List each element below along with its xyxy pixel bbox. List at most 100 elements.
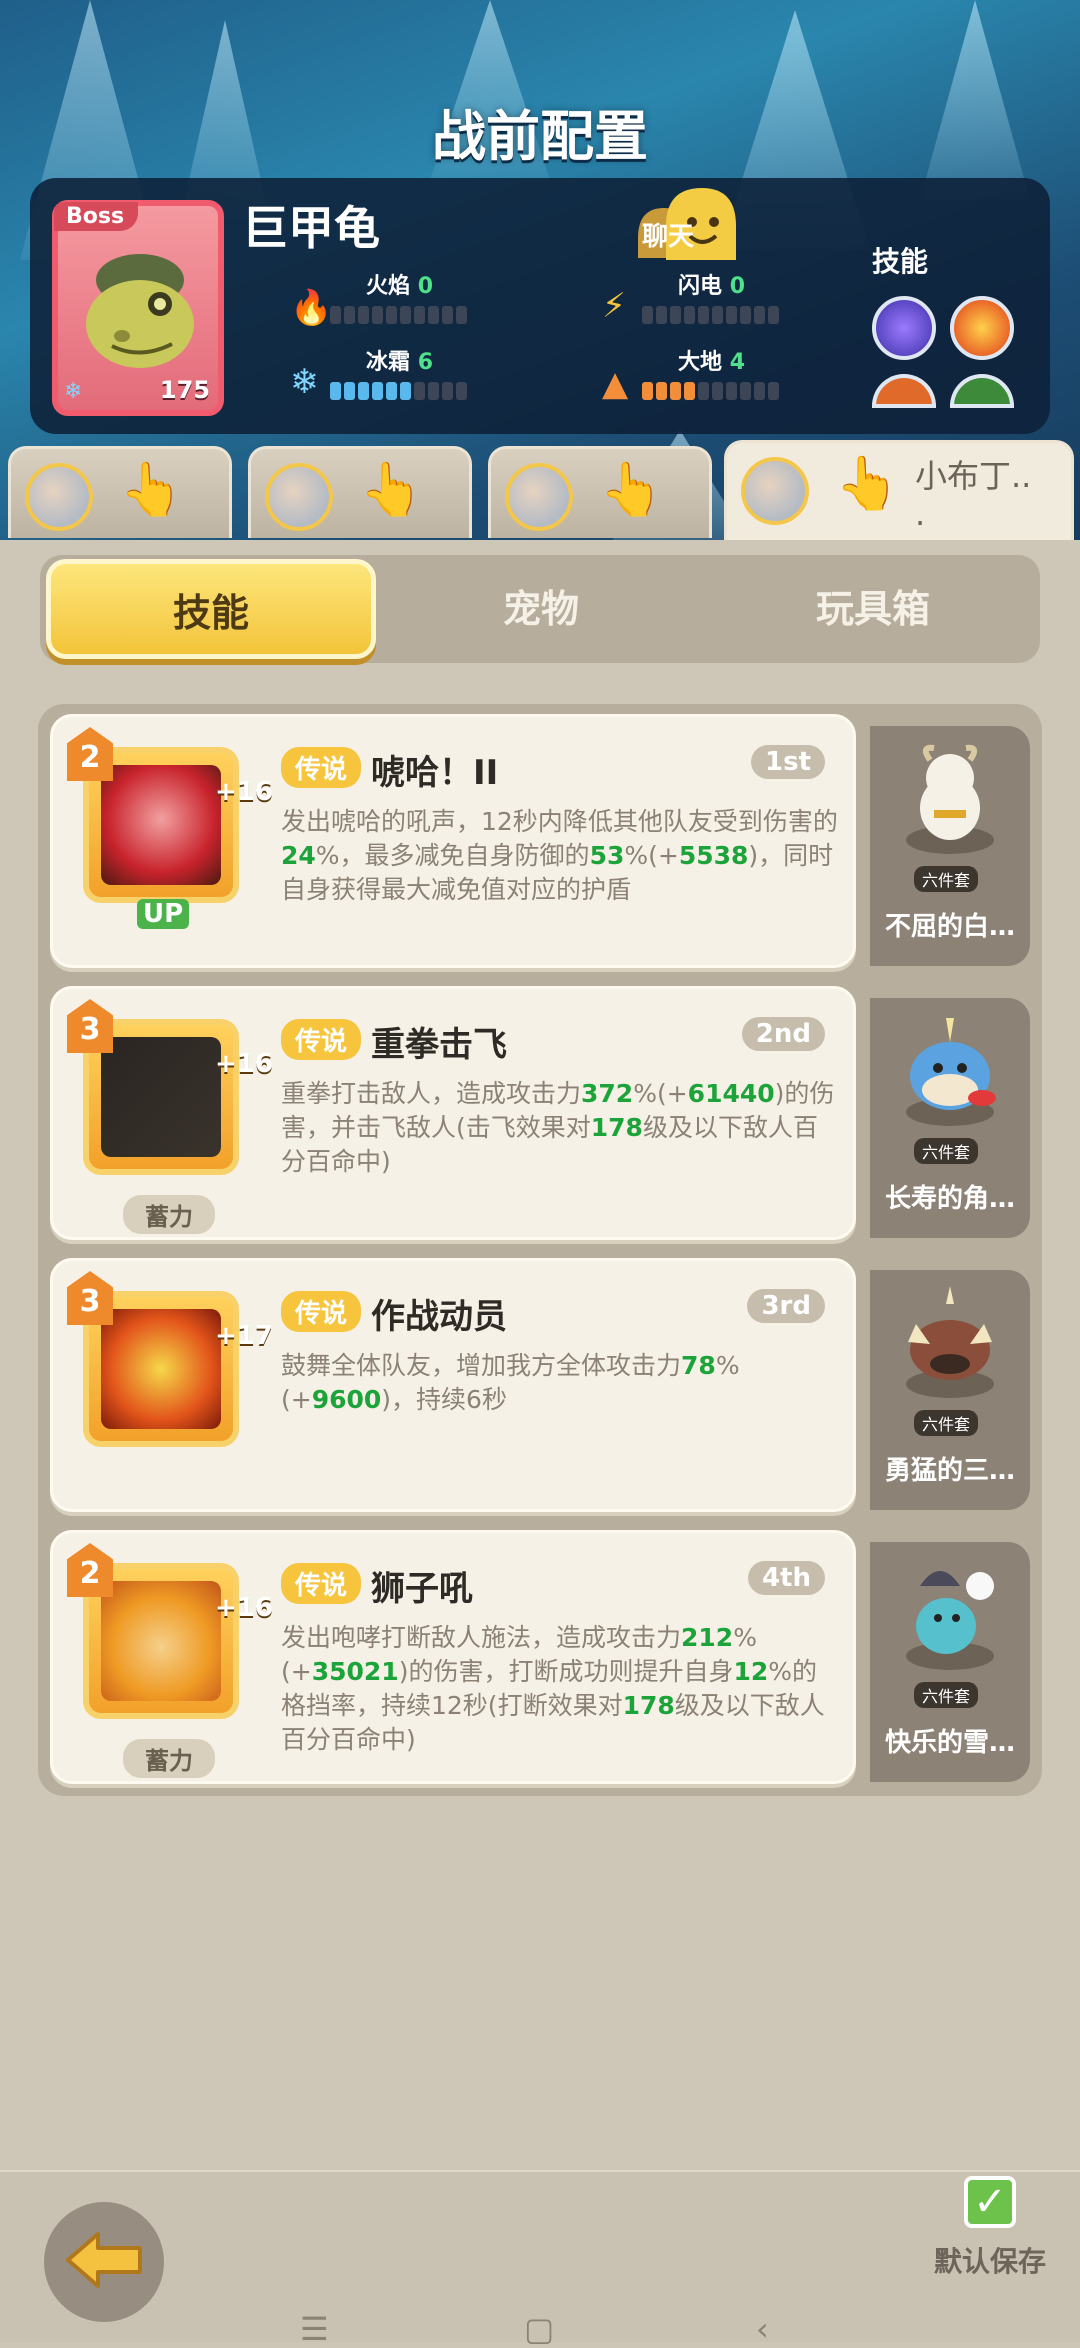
element-bar-segment <box>456 306 467 324</box>
pet-name: 长寿的角… <box>884 1184 1015 1214</box>
boss-portrait[interactable]: Boss ❄ 175 <box>52 200 224 416</box>
tab-pets[interactable]: 宠物 <box>376 555 706 663</box>
pet-slot[interactable]: 六件套 勇猛的三… <box>870 1270 1030 1510</box>
element-fire-label: 火焰 0 <box>366 274 433 299</box>
narwhal-pet-icon <box>906 1018 996 1126</box>
skill-description: 鼓舞全体队友，增加我方全体攻击力78%(+9600)，持续6秒 <box>281 1349 841 1417</box>
skill-plus: +16 <box>215 777 273 807</box>
pet-name: 不屈的白… <box>884 912 1015 942</box>
element-bar-segment <box>656 382 667 400</box>
tab-skills[interactable]: 技能 <box>46 559 376 659</box>
element-bar-segment <box>386 306 397 324</box>
nav-back-icon[interactable]: ‹ <box>756 2310 769 2348</box>
lightning-icon: ⚡ <box>602 286 626 326</box>
skill-level: 3 <box>67 999 113 1053</box>
skill-row-1: +16 UP 2 传说 唬哈！II 1st 发出唬哈的吼声，12秒内降低其他队友… <box>50 714 1030 968</box>
nav-home-icon[interactable]: ▢ <box>524 2310 554 2348</box>
element-bar-segment <box>414 306 425 324</box>
back-button[interactable] <box>44 2202 164 2322</box>
element-bar-segment <box>344 382 355 400</box>
skill-description: 发出唬哈的吼声，12秒内降低其他队友受到伤害的 24%，最多减免自身防御的53%(… <box>281 805 841 907</box>
element-fire-bar <box>330 306 467 324</box>
desc-text: %(+ <box>624 841 679 870</box>
pet-set-tag: 六件套 <box>914 1682 979 1708</box>
tap-hand-icon: 👆 <box>359 460 424 520</box>
element-bar-segment <box>754 306 765 324</box>
element-bar-segment <box>712 382 723 400</box>
element-bar-segment <box>400 382 411 400</box>
pet-slot[interactable]: 六件套 不屈的白… <box>870 726 1030 966</box>
desc-text: )，持续6秒 <box>381 1385 507 1414</box>
element-earth-bar <box>642 382 779 400</box>
skill-level: 2 <box>67 1543 113 1597</box>
rally-icon <box>101 1309 221 1429</box>
skill-rarity: 传说 <box>281 1563 362 1604</box>
team-tab-4[interactable]: 👆 小布丁.. . <box>724 440 1074 542</box>
boss-skill-vortex-icon[interactable] <box>872 296 936 360</box>
default-save-label[interactable]: 默认保存 <box>934 2240 1046 2280</box>
highlight-value: 24 <box>281 841 316 870</box>
skill-charge-tag: 蓄力 <box>123 1739 215 1778</box>
skill-name: 重拳击飞 <box>371 1025 507 1065</box>
element-bar-segment <box>768 306 779 324</box>
skill-rarity: 传说 <box>281 1019 362 1060</box>
desc-text: )的伤害，打断成功则提升自身 <box>398 1657 734 1686</box>
pet-slot[interactable]: 六件套 快乐的雪… <box>870 1542 1030 1782</box>
desc-text: 鼓舞全体队友，增加我方全体攻击力 <box>281 1351 682 1380</box>
highlight-value: 212 <box>681 1623 734 1652</box>
element-bar-segment <box>684 306 695 324</box>
skill-level: 2 <box>67 727 113 781</box>
highlight-value: 178 <box>590 1113 643 1142</box>
skill-card[interactable]: +16 2 蓄力 传说 狮子吼 4th 发出咆哮打断敌人施法，造成攻击力212%… <box>50 1530 856 1784</box>
team-tab-1[interactable]: 👆 <box>8 446 232 538</box>
boss-tag: Boss <box>54 202 139 231</box>
boss-skill-fourth-icon[interactable] <box>950 374 1014 408</box>
element-bar-segment <box>386 382 397 400</box>
tap-hand-icon: 👆 <box>599 460 664 520</box>
element-bar-segment <box>330 382 341 400</box>
skill-up-tag: UP <box>137 899 190 929</box>
skill-description: 发出咆哮打断敌人施法，造成攻击力212%(+35021)的伤害，打断成功则提升自… <box>281 1621 841 1757</box>
pet-name: 快乐的雪… <box>884 1728 1015 1758</box>
skill-row-2: +16 3 蓄力 传说 重拳击飞 2nd 重拳打击敌人，造成攻击力372%(+6… <box>50 986 1030 1240</box>
element-bar-segment <box>726 382 737 400</box>
skill-card[interactable]: +16 3 蓄力 传说 重拳击飞 2nd 重拳打击敌人，造成攻击力372%(+6… <box>50 986 856 1240</box>
element-bar-segment <box>358 306 369 324</box>
element-bar-segment <box>656 306 667 324</box>
default-save-checkbox[interactable]: ✓ <box>964 2176 1016 2228</box>
skill-rarity: 传说 <box>281 747 362 788</box>
skill-plus: +17 <box>215 1321 273 1351</box>
element-bar-segment <box>358 382 369 400</box>
element-lightning-label: 闪电 0 <box>678 274 745 299</box>
chat-label[interactable]: 聊天 <box>642 216 694 253</box>
skill-plus: +16 <box>215 1049 273 1079</box>
boss-skill-flame-icon[interactable] <box>950 296 1014 360</box>
element-bar-segment <box>712 306 723 324</box>
element-bar-segment <box>740 382 751 400</box>
team-tab-2[interactable]: 👆 <box>248 446 472 538</box>
skill-order: 1st <box>751 745 825 779</box>
element-bar-segment <box>428 306 439 324</box>
triceratops-pet-icon <box>906 1286 994 1398</box>
element-bar-segment <box>754 382 765 400</box>
team-tab-3[interactable]: 👆 <box>488 446 712 538</box>
highlight-value: 61440 <box>687 1079 775 1108</box>
skill-card[interactable]: +17 3 传说 作战动员 3rd 鼓舞全体队友，增加我方全体攻击力78%(+9… <box>50 1258 856 1512</box>
boss-skill-third-icon[interactable] <box>872 374 936 408</box>
element-frost-bar <box>330 382 467 400</box>
element-bar-segment <box>414 382 425 400</box>
pet-slot[interactable]: 六件套 长寿的角… <box>870 998 1030 1238</box>
element-bar-segment <box>642 306 653 324</box>
element-bar-segment <box>456 382 467 400</box>
nav-menu-icon[interactable]: ☰ <box>300 2310 329 2348</box>
highlight-value: 53 <box>589 841 625 870</box>
tab-toybox[interactable]: 玩具箱 <box>708 555 1038 663</box>
element-bar-segment <box>670 382 681 400</box>
element-bar-segment <box>344 306 355 324</box>
fire-icon: 🔥 <box>290 288 333 328</box>
highlight-value: 372 <box>581 1079 634 1108</box>
skill-card[interactable]: +16 UP 2 传说 唬哈！II 1st 发出唬哈的吼声，12秒内降低其他队友… <box>50 714 856 968</box>
pet-name: 勇猛的三… <box>884 1456 1015 1486</box>
highlight-value: 12 <box>733 1657 769 1686</box>
desc-text: %(+ <box>633 1079 688 1108</box>
